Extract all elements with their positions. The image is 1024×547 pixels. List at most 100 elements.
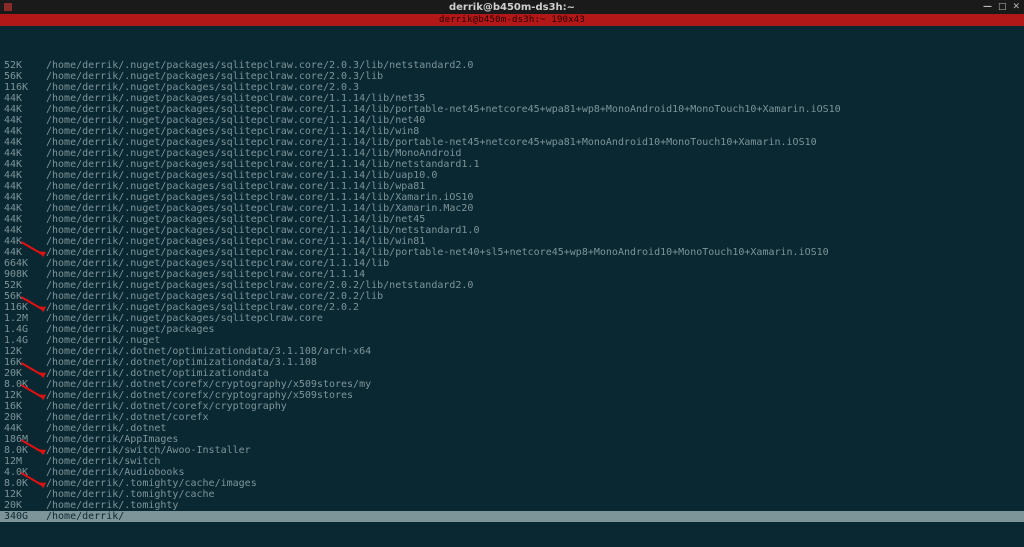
du-size: 116K <box>0 302 36 313</box>
close-button[interactable]: ✕ <box>1012 2 1020 13</box>
du-size: 20K <box>0 368 36 379</box>
du-path: /home/derrik/.nuget/packages/sqlitepclra… <box>36 192 473 203</box>
du-size: 44K <box>0 159 36 170</box>
du-path: /home/derrik/.nuget/packages/sqlitepclra… <box>36 82 359 93</box>
window-controls: — □ ✕ <box>983 2 1020 13</box>
du-size: 56K <box>0 291 36 302</box>
du-output-line: 908K/home/derrik/.nuget/packages/sqlitep… <box>0 269 1024 280</box>
du-output-line: 56K/home/derrik/.nuget/packages/sqlitepc… <box>0 71 1024 82</box>
du-output-line: 44K/home/derrik/.nuget/packages/sqlitepc… <box>0 236 1024 247</box>
du-path: /home/derrik/.dotnet/corefx <box>36 412 209 423</box>
du-size: 44K <box>0 214 36 225</box>
du-size: 44K <box>0 126 36 137</box>
du-path: /home/derrik/.tomighty/cache/images <box>36 478 257 489</box>
du-output-line: 52K/home/derrik/.nuget/packages/sqlitepc… <box>0 60 1024 71</box>
du-output-line: 44K/home/derrik/.nuget/packages/sqlitepc… <box>0 148 1024 159</box>
du-path: /home/derrik/.nuget/packages/sqlitepclra… <box>36 258 389 269</box>
du-path: /home/derrik/.nuget <box>36 335 160 346</box>
du-size: 12K <box>0 390 36 401</box>
du-output-line: 52K/home/derrik/.nuget/packages/sqlitepc… <box>0 280 1024 291</box>
window-titlebar: derrik@b450m-ds3h:~ — □ ✕ <box>0 0 1024 14</box>
du-output-line: 20K/home/derrik/.dotnet/optimizationdata <box>0 368 1024 379</box>
du-path: /home/derrik/.nuget/packages/sqlitepclra… <box>36 104 841 115</box>
du-size: 908K <box>0 269 36 280</box>
du-size: 186M <box>0 434 36 445</box>
terminal-output[interactable]: 52K/home/derrik/.nuget/packages/sqlitepc… <box>0 26 1024 533</box>
du-output-line: 8.0K/home/derrik/.tomighty/cache/images <box>0 478 1024 489</box>
du-size: 4.0K <box>0 467 36 478</box>
du-path: /home/derrik/.nuget/packages/sqlitepclra… <box>36 247 829 258</box>
du-output-line: 44K/home/derrik/.nuget/packages/sqlitepc… <box>0 247 1024 258</box>
du-path: /home/derrik/.nuget/packages/sqlitepclra… <box>36 181 425 192</box>
du-path: /home/derrik/.dotnet/corefx/cryptography <box>36 401 287 412</box>
du-size: 20K <box>0 500 36 511</box>
terminal-tab-label[interactable]: derrik@b450m-ds3h:~ 190x43 <box>439 15 585 26</box>
du-path: /home/derrik/.nuget/packages/sqlitepclra… <box>36 313 323 324</box>
du-path: /home/derrik/ <box>36 511 1024 522</box>
du-output-line: 44K/home/derrik/.nuget/packages/sqlitepc… <box>0 137 1024 148</box>
du-path: /home/derrik/.nuget/packages/sqlitepclra… <box>36 93 425 104</box>
du-path: /home/derrik/switch/Awoo-Installer <box>36 445 251 456</box>
du-output-line: 16K/home/derrik/.dotnet/optimizationdata… <box>0 357 1024 368</box>
du-path: /home/derrik/.nuget/packages/sqlitepclra… <box>36 71 383 82</box>
du-output-line: 12M/home/derrik/switch <box>0 456 1024 467</box>
du-output-line: 16K/home/derrik/.dotnet/corefx/cryptogra… <box>0 401 1024 412</box>
du-size: 340G <box>0 511 36 522</box>
du-path: /home/derrik/.nuget/packages/sqlitepclra… <box>36 302 359 313</box>
du-output-line: 8.0K/home/derrik/switch/Awoo-Installer <box>0 445 1024 456</box>
du-size: 1.4G <box>0 335 36 346</box>
du-path: /home/derrik/AppImages <box>36 434 178 445</box>
du-path: /home/derrik/.nuget/packages/sqlitepclra… <box>36 203 473 214</box>
du-path: /home/derrik/.nuget/packages/sqlitepclra… <box>36 115 425 126</box>
du-output-line: 20K/home/derrik/.dotnet/corefx <box>0 412 1024 423</box>
du-path: /home/derrik/.tomighty/cache <box>36 489 215 500</box>
du-path: /home/derrik/.tomighty <box>36 500 178 511</box>
du-size: 16K <box>0 401 36 412</box>
du-output-line: 340G/home/derrik/ <box>0 511 1024 522</box>
du-size: 664K <box>0 258 36 269</box>
du-size: 12M <box>0 456 36 467</box>
du-output-line: 44K/home/derrik/.nuget/packages/sqlitepc… <box>0 104 1024 115</box>
du-size: 1.2M <box>0 313 36 324</box>
du-path: /home/derrik/.nuget/packages/sqlitepclra… <box>36 159 479 170</box>
du-path: /home/derrik/.nuget/packages/sqlitepclra… <box>36 170 437 181</box>
du-size: 1.4G <box>0 324 36 335</box>
du-output-line: 1.4G/home/derrik/.nuget <box>0 335 1024 346</box>
du-output-line: 1.2M/home/derrik/.nuget/packages/sqlitep… <box>0 313 1024 324</box>
du-size: 44K <box>0 247 36 258</box>
du-output-line: 12K/home/derrik/.tomighty/cache <box>0 489 1024 500</box>
du-size: 20K <box>0 412 36 423</box>
du-size: 44K <box>0 225 36 236</box>
du-output-line: 44K/home/derrik/.nuget/packages/sqlitepc… <box>0 170 1024 181</box>
du-output-line: 44K/home/derrik/.nuget/packages/sqlitepc… <box>0 126 1024 137</box>
du-path: /home/derrik/.nuget/packages/sqlitepclra… <box>36 214 425 225</box>
du-output-line: 186M/home/derrik/AppImages <box>0 434 1024 445</box>
du-output-line: 8.0K/home/derrik/.dotnet/corefx/cryptogr… <box>0 379 1024 390</box>
du-size: 44K <box>0 170 36 181</box>
du-path: /home/derrik/switch <box>36 456 160 467</box>
du-output-line: 44K/home/derrik/.nuget/packages/sqlitepc… <box>0 203 1024 214</box>
du-size: 52K <box>0 280 36 291</box>
du-size: 44K <box>0 181 36 192</box>
du-output-line: 12K/home/derrik/.dotnet/corefx/cryptogra… <box>0 390 1024 401</box>
du-output-line: 116K/home/derrik/.nuget/packages/sqlitep… <box>0 82 1024 93</box>
du-size: 44K <box>0 137 36 148</box>
du-output-line: 44K/home/derrik/.nuget/packages/sqlitepc… <box>0 115 1024 126</box>
du-path: /home/derrik/.dotnet/optimizationdata/3.… <box>36 357 317 368</box>
du-size: 44K <box>0 104 36 115</box>
maximize-button[interactable]: □ <box>998 2 1007 13</box>
du-output-line: 4.0K/home/derrik/Audiobooks <box>0 467 1024 478</box>
du-output-line: 44K/home/derrik/.nuget/packages/sqlitepc… <box>0 225 1024 236</box>
du-output-line: 44K/home/derrik/.nuget/packages/sqlitepc… <box>0 181 1024 192</box>
du-output-line: 116K/home/derrik/.nuget/packages/sqlitep… <box>0 302 1024 313</box>
du-path: /home/derrik/.dotnet/optimizationdata/3.… <box>36 346 371 357</box>
du-output-line: 56K/home/derrik/.nuget/packages/sqlitepc… <box>0 291 1024 302</box>
du-size: 44K <box>0 192 36 203</box>
du-path: /home/derrik/.dotnet/corefx/cryptography… <box>36 379 371 390</box>
du-size: 44K <box>0 148 36 159</box>
du-size: 16K <box>0 357 36 368</box>
du-path: /home/derrik/.nuget/packages/sqlitepclra… <box>36 126 419 137</box>
du-path: /home/derrik/.dotnet <box>36 423 166 434</box>
minimize-button[interactable]: — <box>983 2 992 13</box>
du-output-line: 20K/home/derrik/.tomighty <box>0 500 1024 511</box>
